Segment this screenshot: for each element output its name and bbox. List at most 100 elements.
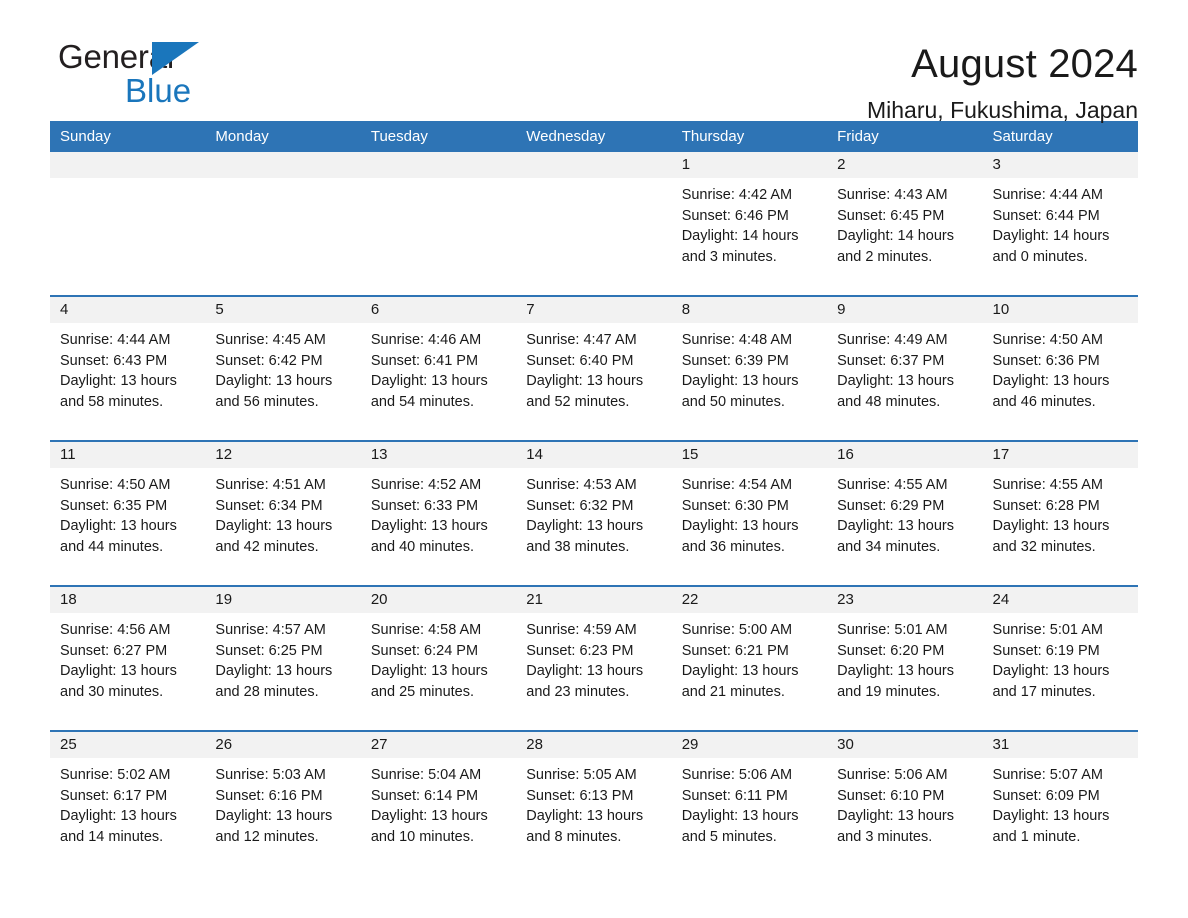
day-info: Sunrise: 5:04 AM Sunset: 6:14 PM Daylight:… (361, 758, 516, 847)
daylight-duration: Daylight: 13 hours and 19 minutes. (837, 663, 954, 700)
day-number: 16 (827, 442, 983, 468)
day-number: 11 (50, 442, 206, 468)
day-info: Sunrise: 5:03 AM Sunset: 6:16 PM Daylight:… (205, 758, 360, 847)
calendar-day-cell[interactable]: 15 Sunrise: 4:54 AM Sunset: 6:30 PM Dayligh… (671, 440, 828, 577)
day-info: Sunrise: 4:57 AM Sunset: 6:25 PM Daylight:… (205, 613, 360, 702)
day-number (205, 152, 361, 178)
daylight-duration: Daylight: 13 hours and 21 minutes. (681, 663, 799, 700)
calendar-day-cell[interactable]: 25 Sunrise: 5:02 AM Sunset: 6:17 PM Dayligh… (50, 730, 206, 867)
calendar-day-cell[interactable]: 19 Sunrise: 4:57 AM Sunset: 6:25 PM Dayligh… (205, 585, 361, 722)
day-info: Sunrise: 5:06 AM Sunset: 6:10 PM Daylight:… (827, 758, 982, 847)
calendar-day-cell[interactable]: 14 Sunrise: 4:53 AM Sunset: 6:32 PM Dayligh… (516, 440, 672, 577)
day-info: Sunrise: 5:06 AM Sunset: 6:11 PM Daylight:… (672, 758, 827, 847)
day-cell-content: 2 Sunrise: 4:43 AM Sunset: 6:45 PM Daylight… (827, 152, 983, 287)
sunrise-time: Sunrise: 4:50 AM (992, 332, 1103, 348)
calendar-day-cell[interactable]: 31 Sunrise: 5:07 AM Sunset: 6:09 PM Dayligh… (982, 730, 1138, 867)
calendar-day-cell[interactable]: 30 Sunrise: 5:06 AM Sunset: 6:10 PM Dayligh… (827, 730, 983, 867)
day-cell-content (360, 152, 517, 287)
calendar-day-cell[interactable]: 10 Sunrise: 4:50 AM Sunset: 6:36 PM Dayligh… (982, 295, 1138, 432)
sunset-time: Sunset: 6:21 PM (681, 642, 789, 659)
calendar-day-cell[interactable]: 23 Sunrise: 5:01 AM Sunset: 6:20 PM Dayligh… (827, 585, 983, 722)
day-number: 31 (982, 732, 1138, 758)
calendar-day-cell[interactable]: 1 Sunrise: 4:42 AM Sunset: 6:46 PM Daylight… (671, 152, 828, 287)
calendar-day-cell[interactable]: 17 Sunrise: 4:55 AM Sunset: 6:28 PM Dayligh… (982, 440, 1138, 577)
sunrise-time: Sunrise: 4:45 AM (215, 332, 326, 348)
general-blue-logo: General Blue (50, 40, 250, 120)
sunset-time: Sunset: 6:30 PM (681, 497, 789, 514)
calendar-day-cell[interactable]: 6 Sunrise: 4:46 AM Sunset: 6:41 PM Daylight… (360, 295, 517, 432)
sunrise-time: Sunrise: 4:44 AM (992, 187, 1103, 203)
calendar-day-cell[interactable]: 3 Sunrise: 4:44 AM Sunset: 6:44 PM Daylight… (982, 152, 1138, 287)
sunrise-time: Sunrise: 4:55 AM (992, 477, 1103, 493)
daylight-duration: Daylight: 13 hours and 48 minutes. (837, 373, 954, 410)
day-cell-content: 25 Sunrise: 5:02 AM Sunset: 6:17 PM Dayligh… (50, 732, 206, 867)
day-number: 9 (827, 297, 983, 323)
sunset-time: Sunset: 6:37 PM (837, 352, 945, 369)
sunset-time: Sunset: 6:32 PM (526, 497, 634, 514)
sunrise-time: Sunrise: 5:06 AM (837, 767, 948, 783)
calendar-day-cell[interactable]: 2 Sunrise: 4:43 AM Sunset: 6:45 PM Daylight… (827, 152, 983, 287)
calendar-day-cell[interactable]: 28 Sunrise: 5:05 AM Sunset: 6:13 PM Dayligh… (516, 730, 672, 867)
daylight-duration: Daylight: 13 hours and 40 minutes. (370, 518, 488, 555)
calendar-day-cell-empty (50, 152, 206, 287)
daylight-duration: Daylight: 13 hours and 54 minutes. (370, 373, 488, 410)
day-number: 21 (516, 587, 672, 613)
sunset-time: Sunset: 6:28 PM (992, 497, 1100, 514)
day-info: Sunrise: 4:52 AM Sunset: 6:33 PM Daylight:… (361, 468, 516, 557)
calendar-day-cell[interactable]: 20 Sunrise: 4:58 AM Sunset: 6:24 PM Dayligh… (360, 585, 517, 722)
calendar-day-cell[interactable]: 13 Sunrise: 4:52 AM Sunset: 6:33 PM Dayligh… (360, 440, 517, 577)
day-info: Sunrise: 4:56 AM Sunset: 6:27 PM Daylight:… (50, 613, 205, 702)
day-cell-content: 27 Sunrise: 5:04 AM Sunset: 6:14 PM Dayligh… (360, 732, 517, 867)
day-cell-content: 23 Sunrise: 5:01 AM Sunset: 6:20 PM Dayligh… (827, 587, 983, 722)
sunset-time: Sunset: 6:43 PM (60, 352, 168, 369)
page-title: August 2024 (911, 42, 1138, 86)
week-spacer (50, 432, 1138, 441)
week-spacer (50, 287, 1138, 296)
calendar-day-cell[interactable]: 29 Sunrise: 5:06 AM Sunset: 6:11 PM Dayligh… (671, 730, 828, 867)
daylight-duration: Daylight: 13 hours and 42 minutes. (215, 518, 333, 555)
day-info: Sunrise: 5:07 AM Sunset: 6:09 PM Daylight:… (983, 758, 1138, 847)
sunrise-time: Sunrise: 4:51 AM (215, 477, 326, 493)
calendar-day-cell[interactable]: 8 Sunrise: 4:48 AM Sunset: 6:39 PM Daylight… (671, 295, 828, 432)
day-cell-content (205, 152, 361, 287)
calendar-day-cell[interactable]: 5 Sunrise: 4:45 AM Sunset: 6:42 PM Daylight… (205, 295, 361, 432)
sunrise-time: Sunrise: 4:56 AM (60, 622, 171, 638)
calendar-day-cell[interactable]: 27 Sunrise: 5:04 AM Sunset: 6:14 PM Dayligh… (360, 730, 517, 867)
calendar-day-cell[interactable]: 21 Sunrise: 4:59 AM Sunset: 6:23 PM Dayligh… (516, 585, 672, 722)
calendar-day-cell[interactable]: 4 Sunrise: 4:44 AM Sunset: 6:43 PM Daylight… (50, 295, 206, 432)
day-cell-content: 1 Sunrise: 4:42 AM Sunset: 6:46 PM Daylight… (671, 152, 828, 287)
blue-triangle-icon (152, 42, 199, 75)
calendar-day-cell[interactable]: 7 Sunrise: 4:47 AM Sunset: 6:40 PM Daylight… (516, 295, 672, 432)
day-cell-content: 31 Sunrise: 5:07 AM Sunset: 6:09 PM Dayligh… (982, 732, 1138, 867)
calendar-day-cell[interactable]: 22 Sunrise: 5:00 AM Sunset: 6:21 PM Dayligh… (671, 585, 828, 722)
day-number: 7 (516, 297, 672, 323)
daylight-duration: Daylight: 14 hours and 3 minutes. (681, 228, 799, 265)
day-number: 26 (205, 732, 361, 758)
sunset-time: Sunset: 6:42 PM (215, 352, 323, 369)
sunset-time: Sunset: 6:19 PM (992, 642, 1100, 659)
calendar-day-cell[interactable]: 18 Sunrise: 4:56 AM Sunset: 6:27 PM Dayligh… (50, 585, 206, 722)
calendar-day-cell[interactable]: 26 Sunrise: 5:03 AM Sunset: 6:16 PM Dayligh… (205, 730, 361, 867)
day-info: Sunrise: 4:58 AM Sunset: 6:24 PM Daylight:… (361, 613, 516, 702)
sunrise-time: Sunrise: 5:02 AM (60, 767, 171, 783)
day-number: 2 (827, 152, 983, 178)
calendar-day-cell[interactable]: 16 Sunrise: 4:55 AM Sunset: 6:29 PM Dayligh… (827, 440, 983, 577)
daylight-duration: Daylight: 13 hours and 25 minutes. (370, 663, 488, 700)
day-number: 15 (671, 442, 828, 468)
day-number: 10 (982, 297, 1138, 323)
calendar-day-cell[interactable]: 12 Sunrise: 4:51 AM Sunset: 6:34 PM Dayligh… (205, 440, 361, 577)
calendar-day-cell-empty (360, 152, 517, 287)
sunrise-time: Sunrise: 4:50 AM (60, 477, 171, 493)
daylight-duration: Daylight: 14 hours and 0 minutes. (992, 228, 1110, 265)
day-info: Sunrise: 4:55 AM Sunset: 6:29 PM Daylight:… (827, 468, 982, 557)
sunrise-time: Sunrise: 5:05 AM (526, 767, 637, 783)
sunset-time: Sunset: 6:11 PM (681, 787, 788, 804)
daylight-duration: Daylight: 13 hours and 46 minutes. (992, 373, 1110, 410)
calendar-day-cell[interactable]: 24 Sunrise: 5:01 AM Sunset: 6:19 PM Dayligh… (982, 585, 1138, 722)
day-number: 14 (516, 442, 672, 468)
calendar-week-row: 18 Sunrise: 4:56 AM Sunset: 6:27 PM Dayligh… (50, 585, 1138, 722)
calendar-day-cell[interactable]: 11 Sunrise: 4:50 AM Sunset: 6:35 PM Dayligh… (50, 440, 206, 577)
calendar-day-cell[interactable]: 9 Sunrise: 4:49 AM Sunset: 6:37 PM Daylight… (827, 295, 983, 432)
day-cell-content: 16 Sunrise: 4:55 AM Sunset: 6:29 PM Dayligh… (827, 442, 983, 577)
day-info: Sunrise: 4:51 AM Sunset: 6:34 PM Daylight:… (205, 468, 360, 557)
